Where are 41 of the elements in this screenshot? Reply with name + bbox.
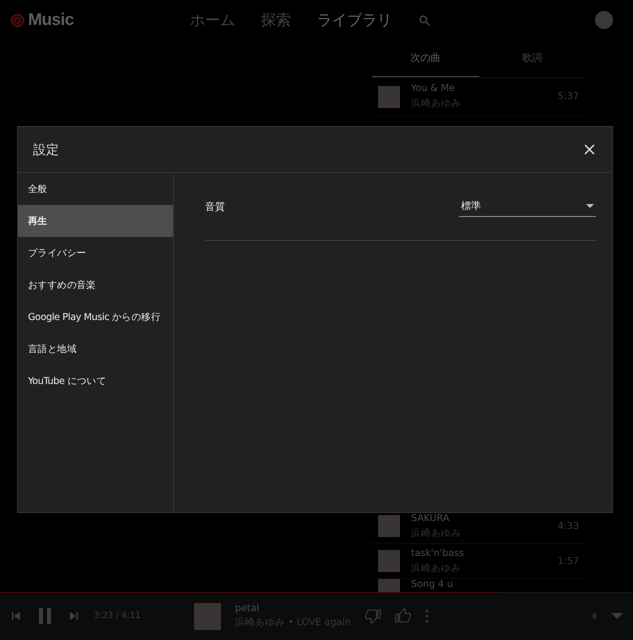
- album-thumbnail: [378, 86, 400, 108]
- expand-caret-icon[interactable]: [611, 612, 623, 620]
- nav-link[interactable]: ライブラリ: [317, 10, 392, 30]
- dialog-title: 設定: [33, 142, 60, 158]
- queue-tab[interactable]: 歌詞: [478, 40, 585, 77]
- song-title: Song 4 u: [411, 579, 454, 590]
- settings-nav-item[interactable]: 言語と地域: [18, 333, 173, 365]
- thumbs-down-icon[interactable]: [364, 608, 381, 624]
- album-thumbnail: [194, 602, 221, 630]
- settings-nav-item[interactable]: プライバシー: [18, 237, 173, 269]
- play-logo-icon: [10, 12, 25, 28]
- settings-nav-item[interactable]: おすすめの音楽: [18, 269, 173, 301]
- pause-icon[interactable]: [36, 607, 54, 625]
- thumbs-up-icon[interactable]: [394, 608, 411, 624]
- song-title: task'n'bass: [411, 548, 465, 558]
- logo-text: Music: [28, 10, 74, 30]
- song-duration: 1:57: [558, 556, 579, 566]
- previous-icon[interactable]: [10, 610, 22, 622]
- song-duration: 5:37: [558, 91, 579, 102]
- song-title: SAKURA: [411, 512, 450, 524]
- album-thumbnail: [378, 550, 400, 572]
- more-icon[interactable]: [424, 609, 429, 623]
- settings-nav-item[interactable]: YouTube について: [18, 365, 173, 397]
- song-title: You & Me: [411, 83, 456, 94]
- nav-link[interactable]: 探索: [261, 10, 291, 30]
- quality-dropdown[interactable]: 標準: [459, 196, 596, 216]
- next-icon[interactable]: [68, 610, 80, 622]
- settings-nav-item[interactable]: 再生: [18, 205, 173, 237]
- song-title: petal: [235, 603, 260, 614]
- queue-tab[interactable]: 次の曲: [372, 40, 478, 77]
- settings-nav-item[interactable]: Google Play Music からの移行: [18, 301, 173, 333]
- setting-label: 音質: [205, 200, 226, 214]
- avatar[interactable]: [595, 11, 613, 29]
- album-thumbnail: [378, 515, 400, 537]
- search-icon[interactable]: [418, 14, 431, 26]
- song-duration: 4:33: [558, 520, 579, 532]
- volume-caret-icon[interactable]: [591, 612, 597, 620]
- dropdown-caret-icon: [586, 204, 594, 208]
- nav-link[interactable]: ホーム: [190, 10, 235, 30]
- settings-nav-item[interactable]: 全般: [18, 173, 173, 205]
- close-button[interactable]: [582, 142, 597, 157]
